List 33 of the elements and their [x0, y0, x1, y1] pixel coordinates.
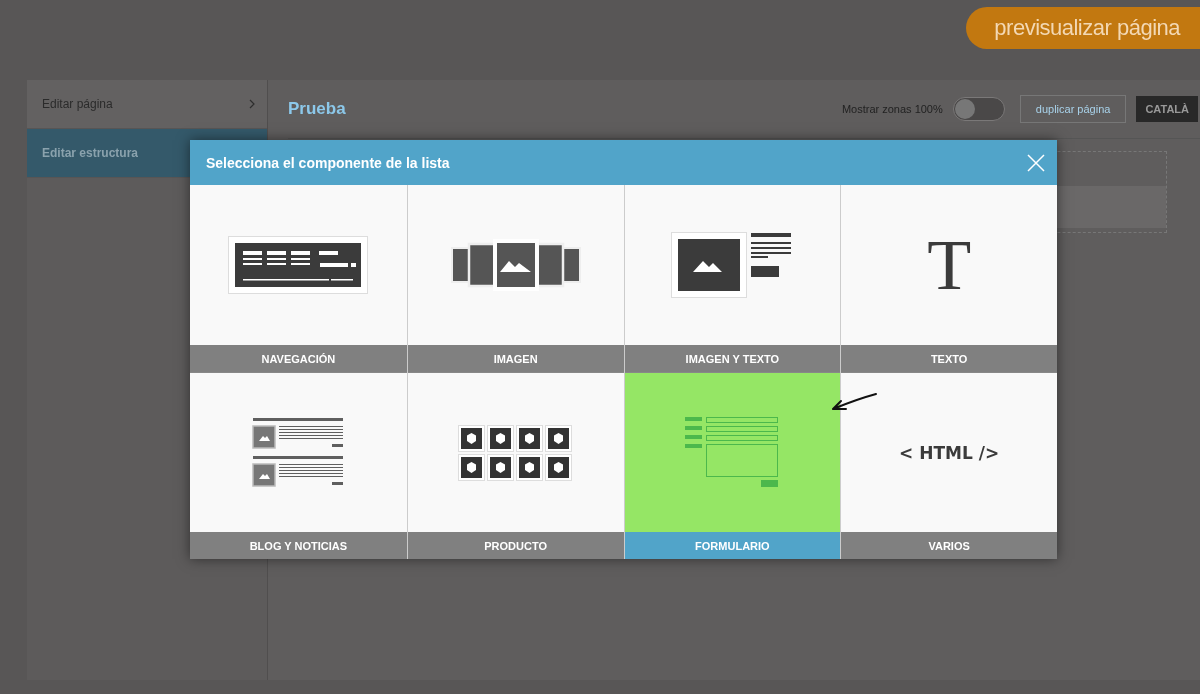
- page-title: Prueba: [288, 99, 346, 119]
- image-text-icon: [671, 232, 794, 298]
- product-grid-icon: [457, 424, 574, 481]
- sidebar-item[interactable]: Editar página: [27, 80, 267, 129]
- blog-list-icon: [252, 417, 345, 488]
- component-tile[interactable]: BLOG Y NOTICIAS: [190, 372, 407, 559]
- component-tile[interactable]: IMAGEN: [406, 185, 624, 372]
- chevron-icon: [249, 99, 255, 109]
- component-tile[interactable]: NAVEGACIÓN: [190, 185, 407, 372]
- close-icon[interactable]: [1027, 153, 1045, 172]
- component-tile[interactable]: T TEXTO: [840, 185, 1057, 372]
- tile-label: FORMULARIO: [624, 532, 841, 559]
- form-layout-icon: [685, 416, 780, 489]
- component-tile[interactable]: FORMULARIO: [623, 372, 841, 559]
- language-button[interactable]: CATALÀ: [1136, 96, 1198, 122]
- tile-label: BLOG Y NOTICIAS: [190, 532, 407, 559]
- component-tile[interactable]: PRODUCTO: [406, 372, 624, 559]
- preview-button[interactable]: previsualizar página: [966, 7, 1200, 49]
- tile-label: TEXTO: [841, 345, 1057, 372]
- tile-label: VARIOS: [841, 532, 1057, 559]
- tile-label: IMAGEN Y TEXTO: [624, 345, 841, 372]
- html-glyph: < HTML />: [899, 442, 1000, 463]
- component-tile[interactable]: IMAGEN Y TEXTO: [623, 185, 841, 372]
- duplicate-page-button[interactable]: duplicar página: [1019, 95, 1127, 123]
- image-gallery-icon: [450, 239, 581, 291]
- zones-toggle[interactable]: [952, 97, 1005, 121]
- tile-label: NAVEGACIÓN: [190, 345, 407, 372]
- text-glyph: T: [927, 229, 972, 301]
- tile-label: IMAGEN: [407, 345, 624, 372]
- arrow-annotation: [830, 392, 878, 412]
- component-tile[interactable]: < HTML /> VARIOS: [840, 372, 1057, 559]
- navigation-layout-icon: [228, 236, 369, 294]
- tile-label: PRODUCTO: [407, 532, 624, 559]
